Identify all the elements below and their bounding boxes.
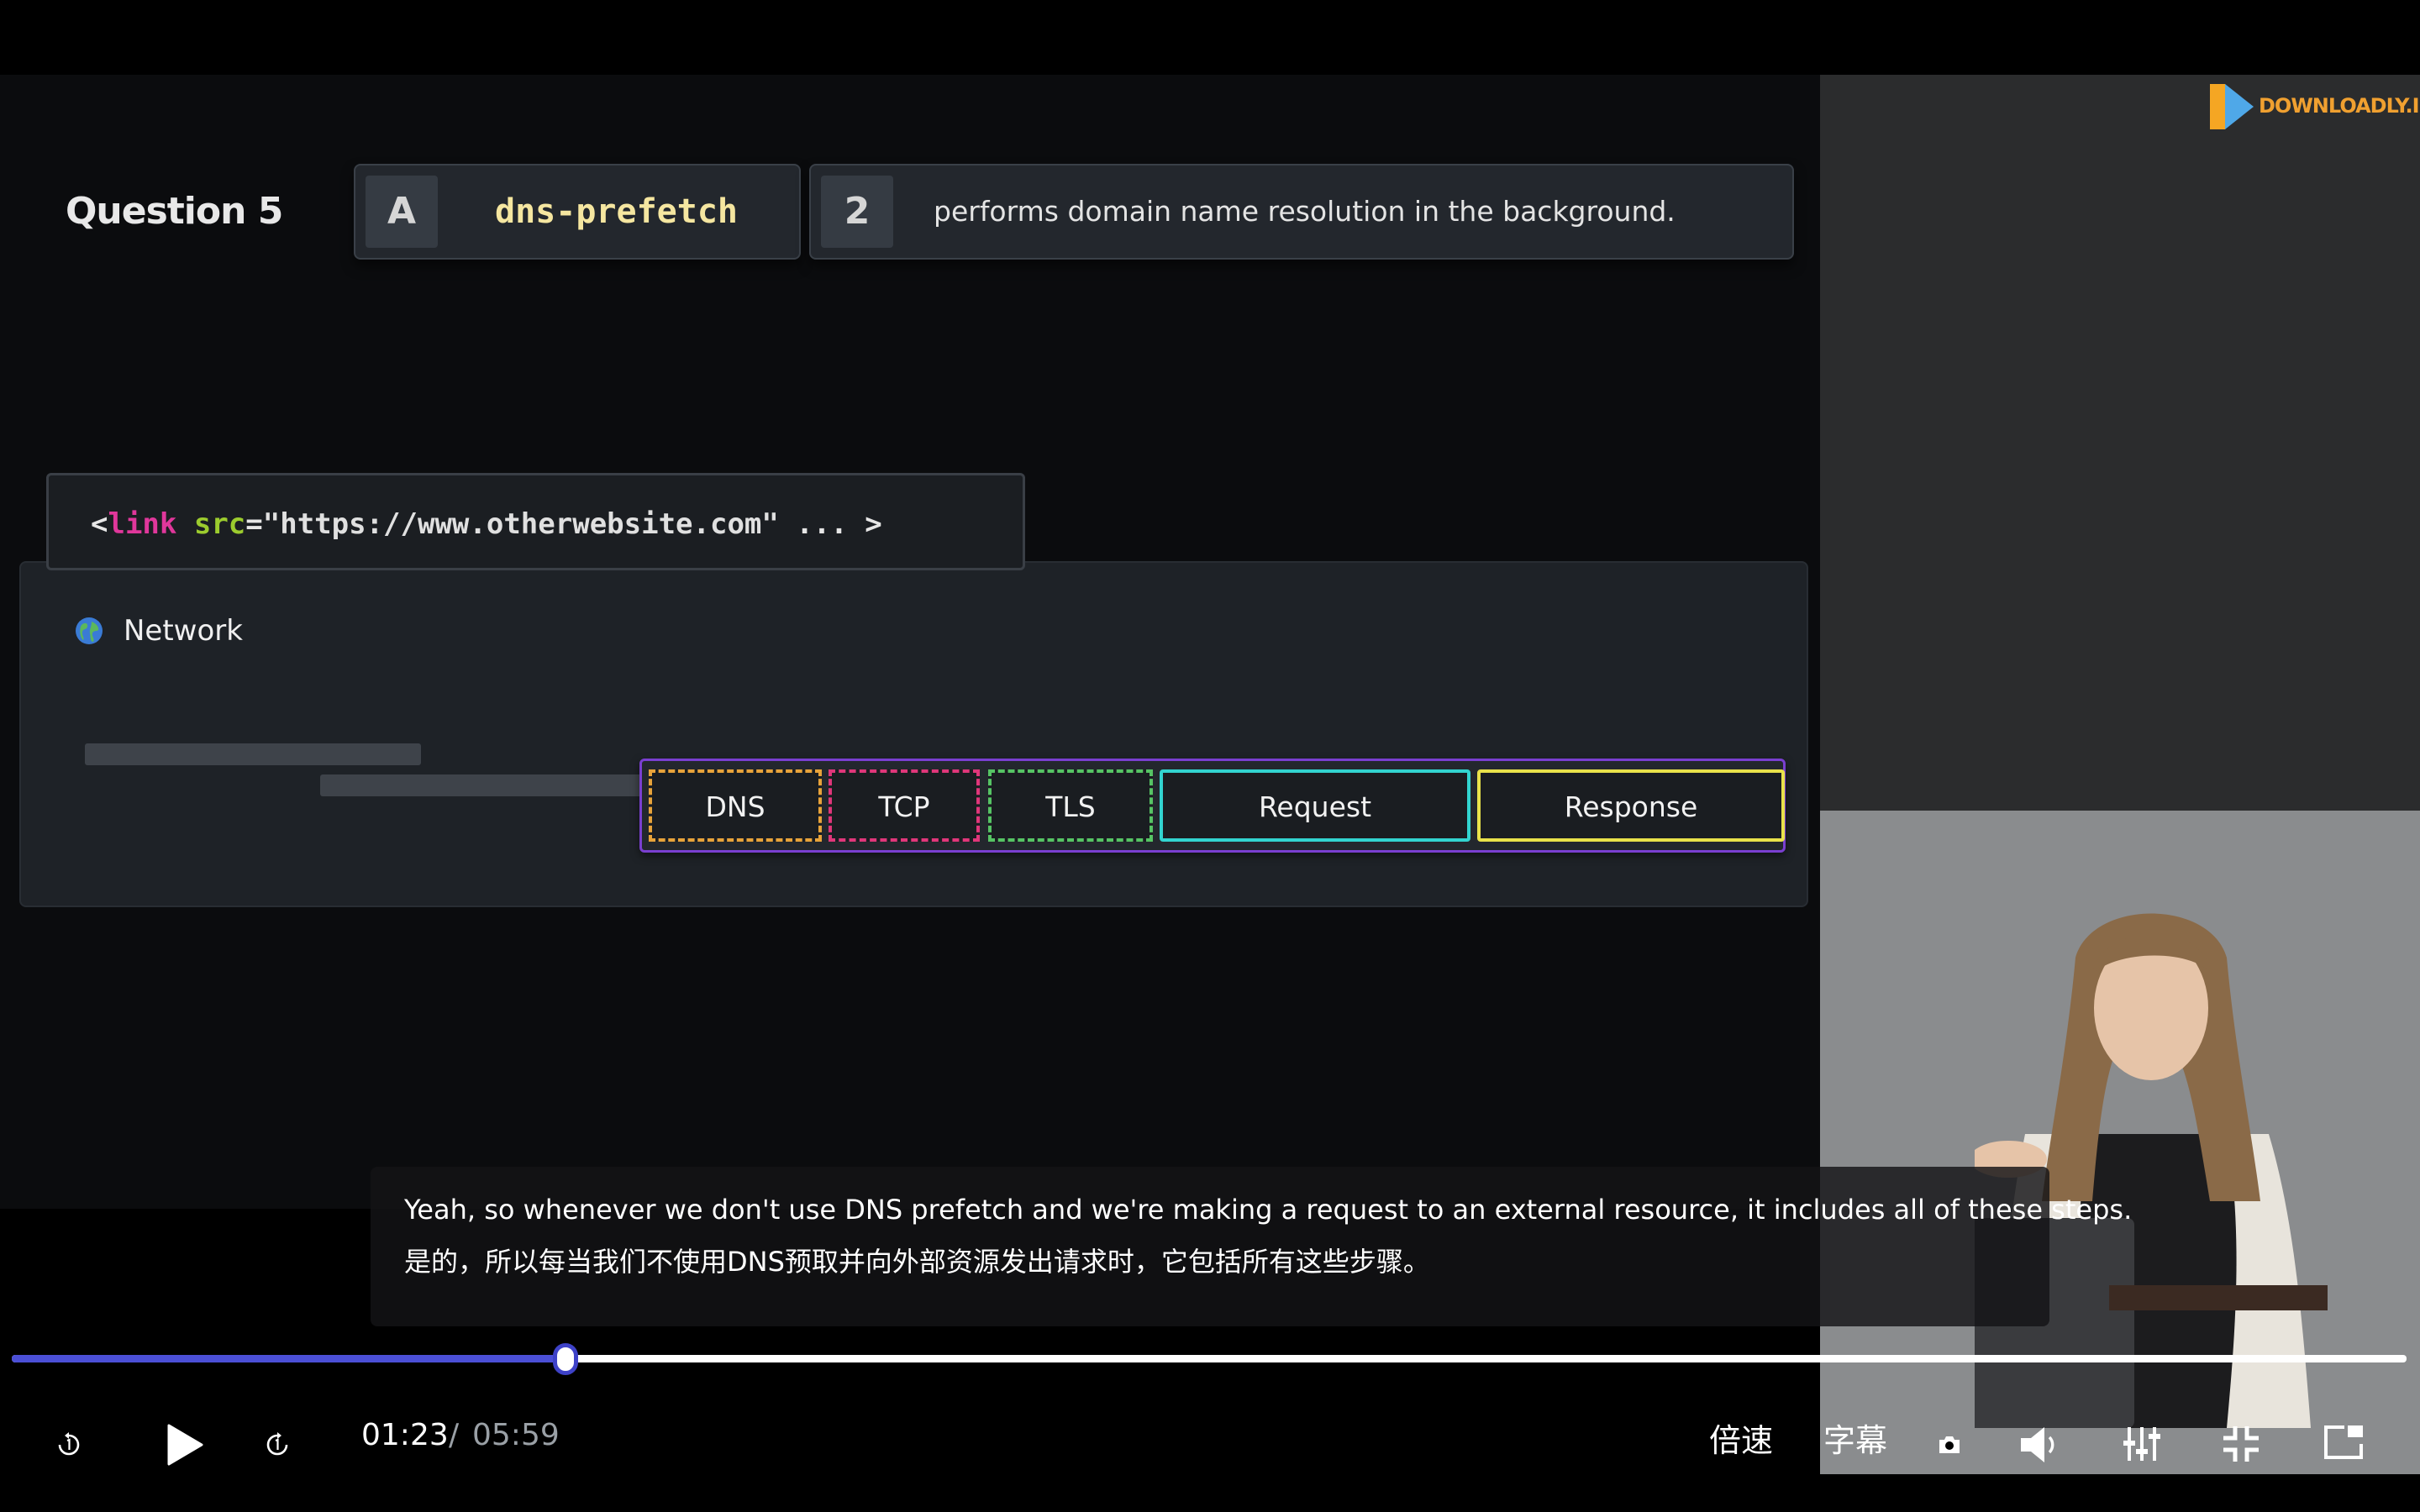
picture-in-picture-icon	[2324, 1425, 2363, 1459]
code-open: <	[91, 507, 108, 541]
progress-bar[interactable]	[12, 1343, 2407, 1375]
card-a-text: dns-prefetch	[495, 192, 738, 231]
network-title: Network	[124, 614, 243, 648]
speed-button[interactable]: 倍速	[1709, 1415, 1773, 1461]
code-snippet: <link src="https://www.otherwebsite.com"…	[46, 473, 1025, 570]
subtitle-chinese: 是的，所以每当我们不使用DNS预取并向外部资源发出请求时，它包括所有这些步骤。	[404, 1246, 1430, 1278]
progress-handle[interactable]	[552, 1343, 578, 1375]
code-rest: ... >	[778, 507, 882, 541]
card-2-text: performs domain name resolution in the b…	[934, 195, 1676, 228]
timeline-response: Response	[1477, 769, 1785, 842]
card-2-badge: 2	[821, 176, 893, 248]
play-icon	[167, 1424, 203, 1466]
logo-text: DOWNLOADLY.IR	[2259, 94, 2420, 118]
play-button[interactable]	[160, 1420, 210, 1470]
exit-fullscreen-button[interactable]	[2220, 1423, 2262, 1465]
volume-button[interactable]	[2017, 1423, 2062, 1467]
logo-play-icon	[2210, 84, 2254, 129]
video-slide: Question 5 A dns-prefetch 2 performs dom…	[0, 75, 1820, 1209]
current-time: 01:23	[361, 1418, 449, 1452]
player-controls: 01:23 / 05:59 倍速 字幕	[0, 1394, 2420, 1495]
timeline-tls: TLS	[988, 769, 1153, 842]
downloadly-logo: DOWNLOADLY.IR	[2208, 79, 2420, 134]
rewind-button[interactable]	[52, 1428, 86, 1462]
top-letterbox	[0, 0, 2420, 75]
globe-icon	[76, 617, 103, 644]
request-timeline: DNS TCP TLS Request Response	[639, 759, 1786, 853]
network-panel: Network DNS TCP TLS Request Response	[19, 561, 1808, 907]
settings-button[interactable]	[2121, 1423, 2163, 1465]
question-label: Question 5	[66, 190, 283, 233]
answer-card-2: 2 performs domain name resolution in the…	[809, 164, 1794, 260]
skeleton-bar-1	[85, 743, 421, 765]
code-value: "https://www.otherwebsite.com"	[262, 507, 779, 541]
subtitle-overlay: Yeah, so whenever we don't use DNS prefe…	[371, 1167, 2132, 1326]
screenshot-button[interactable]	[1933, 1428, 1966, 1462]
forward-button[interactable]	[260, 1428, 294, 1462]
exit-fullscreen-icon	[2223, 1426, 2259, 1462]
card-a-badge: A	[366, 176, 438, 248]
subtitle-english: Yeah, so whenever we don't use DNS prefe…	[404, 1194, 2133, 1226]
answer-card-a: A dns-prefetch	[354, 164, 801, 260]
camera-icon	[1939, 1436, 1960, 1453]
time-separator: /	[449, 1418, 460, 1452]
code-attr: src	[193, 507, 246, 541]
volume-icon	[2021, 1427, 2054, 1462]
code-eq: =	[245, 507, 263, 541]
code-tag: link	[108, 507, 177, 541]
camera-backdrop	[1820, 75, 2420, 811]
presenter-video	[1975, 913, 2328, 1428]
timeline-request: Request	[1160, 769, 1470, 842]
subtitle-button[interactable]: 字幕	[1823, 1415, 1887, 1461]
pip-button[interactable]	[2321, 1421, 2366, 1463]
timeline-dns: DNS	[649, 769, 822, 842]
timeline-tcp: TCP	[829, 769, 980, 842]
rewind-icon	[58, 1432, 80, 1456]
total-time: 05:59	[472, 1418, 560, 1452]
skeleton-bar-2	[320, 774, 656, 796]
progress-played	[12, 1355, 566, 1362]
equalizer-icon	[2123, 1427, 2160, 1461]
forward-icon	[266, 1432, 288, 1456]
